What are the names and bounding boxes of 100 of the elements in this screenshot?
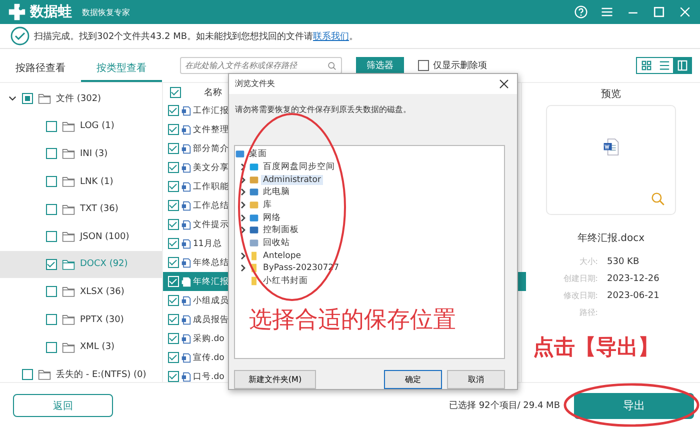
- row-checkbox[interactable]: [168, 295, 179, 306]
- file-row[interactable]: 美文分享: [163, 158, 227, 177]
- close-icon[interactable]: [499, 78, 509, 89]
- tree-item-label: XML (3): [80, 342, 115, 352]
- detail-label: 路径:: [578, 307, 598, 318]
- folder-item[interactable]: Administrator: [261, 174, 323, 185]
- tree-item-label: TXT (36): [80, 204, 118, 214]
- tree-item[interactable]: XML (3): [0, 333, 162, 361]
- folder-item[interactable]: Antelope: [261, 250, 303, 261]
- folder-item[interactable]: 回收站: [261, 236, 292, 249]
- filter-button[interactable]: 筛选器: [356, 57, 404, 74]
- folder-icon: [62, 314, 75, 326]
- contact-link[interactable]: 联系我们: [313, 32, 350, 42]
- folder-item[interactable]: 控制面板: [261, 224, 301, 236]
- tree-item-label: XLSX (36): [80, 286, 124, 297]
- tree-checkbox[interactable]: [46, 148, 57, 160]
- tree-item[interactable]: PPTX (30): [0, 306, 162, 334]
- file-name: 宣传.do: [193, 352, 224, 364]
- file-row[interactable]: 小组成员: [163, 291, 227, 310]
- file-row[interactable]: 宣传.do: [163, 348, 227, 367]
- tree-checkbox[interactable]: [46, 231, 57, 242]
- dialog-button[interactable]: 确定: [384, 370, 442, 389]
- file-name: 工作总结: [193, 200, 229, 212]
- search-icon[interactable]: [327, 60, 337, 70]
- help-icon[interactable]: [574, 5, 588, 19]
- folder-item[interactable]: 小红书封面: [261, 275, 310, 288]
- file-row[interactable]: 采购.do: [163, 329, 227, 348]
- file-row[interactable]: 工作汇报: [163, 101, 227, 120]
- row-checkbox[interactable]: [168, 181, 179, 192]
- view-tab[interactable]: 按路径查看: [0, 49, 81, 82]
- file-row[interactable]: 工作总结: [163, 196, 227, 215]
- tree-item[interactable]: XLSX (36): [0, 278, 162, 306]
- dialog-button[interactable]: 新建文件夹(M): [234, 370, 316, 389]
- document-icon: [181, 276, 191, 286]
- row-checkbox[interactable]: [168, 124, 179, 135]
- folder-item[interactable]: 此电脑: [261, 186, 292, 198]
- folder-icon: [62, 148, 75, 160]
- tree-checkbox[interactable]: [22, 369, 33, 380]
- file-row[interactable]: 文件整理: [163, 120, 227, 139]
- checkbox-label[interactable]: 仅显示删除项: [433, 59, 487, 72]
- tree-checkbox[interactable]: [46, 120, 57, 132]
- tree-item-label[interactable]: 丢失的 - E:(NTFS) (0): [56, 368, 146, 382]
- checkbox[interactable]: [418, 60, 429, 71]
- file-row[interactable]: 部分简介: [163, 139, 227, 158]
- file-row[interactable]: 年终总结: [163, 253, 227, 272]
- word-document-icon: [603, 138, 619, 156]
- tree-item[interactable]: INI (3): [0, 140, 162, 168]
- menu-icon[interactable]: [600, 5, 614, 19]
- row-checkbox[interactable]: [168, 105, 179, 116]
- detail-view-button[interactable]: [673, 58, 691, 73]
- folder-item[interactable]: 桌面: [247, 148, 269, 160]
- row-checkbox[interactable]: [168, 333, 179, 344]
- row-checkbox[interactable]: [168, 314, 179, 325]
- cross-logo-icon: [8, 3, 26, 21]
- tree-checkbox[interactable]: [22, 93, 33, 104]
- tree-item[interactable]: LOG (1): [0, 112, 162, 140]
- dialog-button[interactable]: 取消: [447, 370, 505, 389]
- file-row[interactable]: 口号.do: [163, 367, 227, 386]
- file-row[interactable]: 文件提示: [163, 215, 227, 234]
- folder-icon: [62, 286, 75, 298]
- file-row[interactable]: 工作职能: [163, 177, 227, 196]
- tree-checkbox[interactable]: [46, 176, 57, 188]
- row-checkbox[interactable]: [168, 238, 179, 249]
- folder-item[interactable]: 库: [261, 198, 274, 211]
- tree-checkbox[interactable]: [46, 342, 57, 353]
- tree-checkbox[interactable]: [46, 258, 57, 270]
- row-checkbox[interactable]: [168, 162, 179, 173]
- file-row[interactable]: 11月总: [163, 234, 227, 253]
- select-all-checkbox[interactable]: [170, 86, 181, 98]
- row-checkbox[interactable]: [168, 371, 179, 382]
- document-icon: [181, 200, 191, 210]
- tree-item[interactable]: JSON (100): [0, 222, 162, 251]
- tree-item-label[interactable]: 文件 (302): [56, 92, 102, 106]
- export-button[interactable]: 导出: [574, 392, 694, 418]
- maximize-icon[interactable]: [652, 5, 666, 19]
- row-checkbox[interactable]: [168, 200, 179, 211]
- magnifier-icon[interactable]: [651, 192, 665, 206]
- row-checkbox[interactable]: [168, 219, 179, 230]
- tree-item[interactable]: TXT (36): [0, 195, 162, 223]
- detail-view-icon: [676, 60, 688, 71]
- row-checkbox[interactable]: [168, 352, 179, 363]
- folder-item[interactable]: 百度网盘同步空间: [261, 160, 337, 173]
- tree-checkbox[interactable]: [46, 204, 57, 215]
- document-icon: [181, 334, 191, 344]
- row-checkbox[interactable]: [168, 143, 179, 154]
- row-checkbox[interactable]: [168, 257, 179, 268]
- detail-label: 创建日期:: [562, 273, 598, 284]
- column-header[interactable]: 名称: [204, 86, 222, 98]
- folder-icon: [62, 258, 75, 270]
- view-tab[interactable]: 按类型查看: [81, 49, 162, 82]
- search-field[interactable]: 在此处输入文件名称或保存路径: [180, 57, 342, 74]
- chevron-down-icon[interactable]: [8, 94, 17, 104]
- folder-item[interactable]: 网络: [261, 212, 283, 224]
- back-button[interactable]: 返回: [13, 394, 113, 417]
- tree-checkbox[interactable]: [46, 314, 57, 326]
- file-name: 工作汇报: [193, 104, 229, 116]
- tree-checkbox[interactable]: [46, 286, 57, 298]
- tree-item[interactable]: LNK (1): [0, 168, 162, 196]
- selection-summary: 已选择 92个项目/ 29.4 MB: [448, 400, 560, 412]
- file-row[interactable]: 成员报告: [163, 310, 227, 329]
